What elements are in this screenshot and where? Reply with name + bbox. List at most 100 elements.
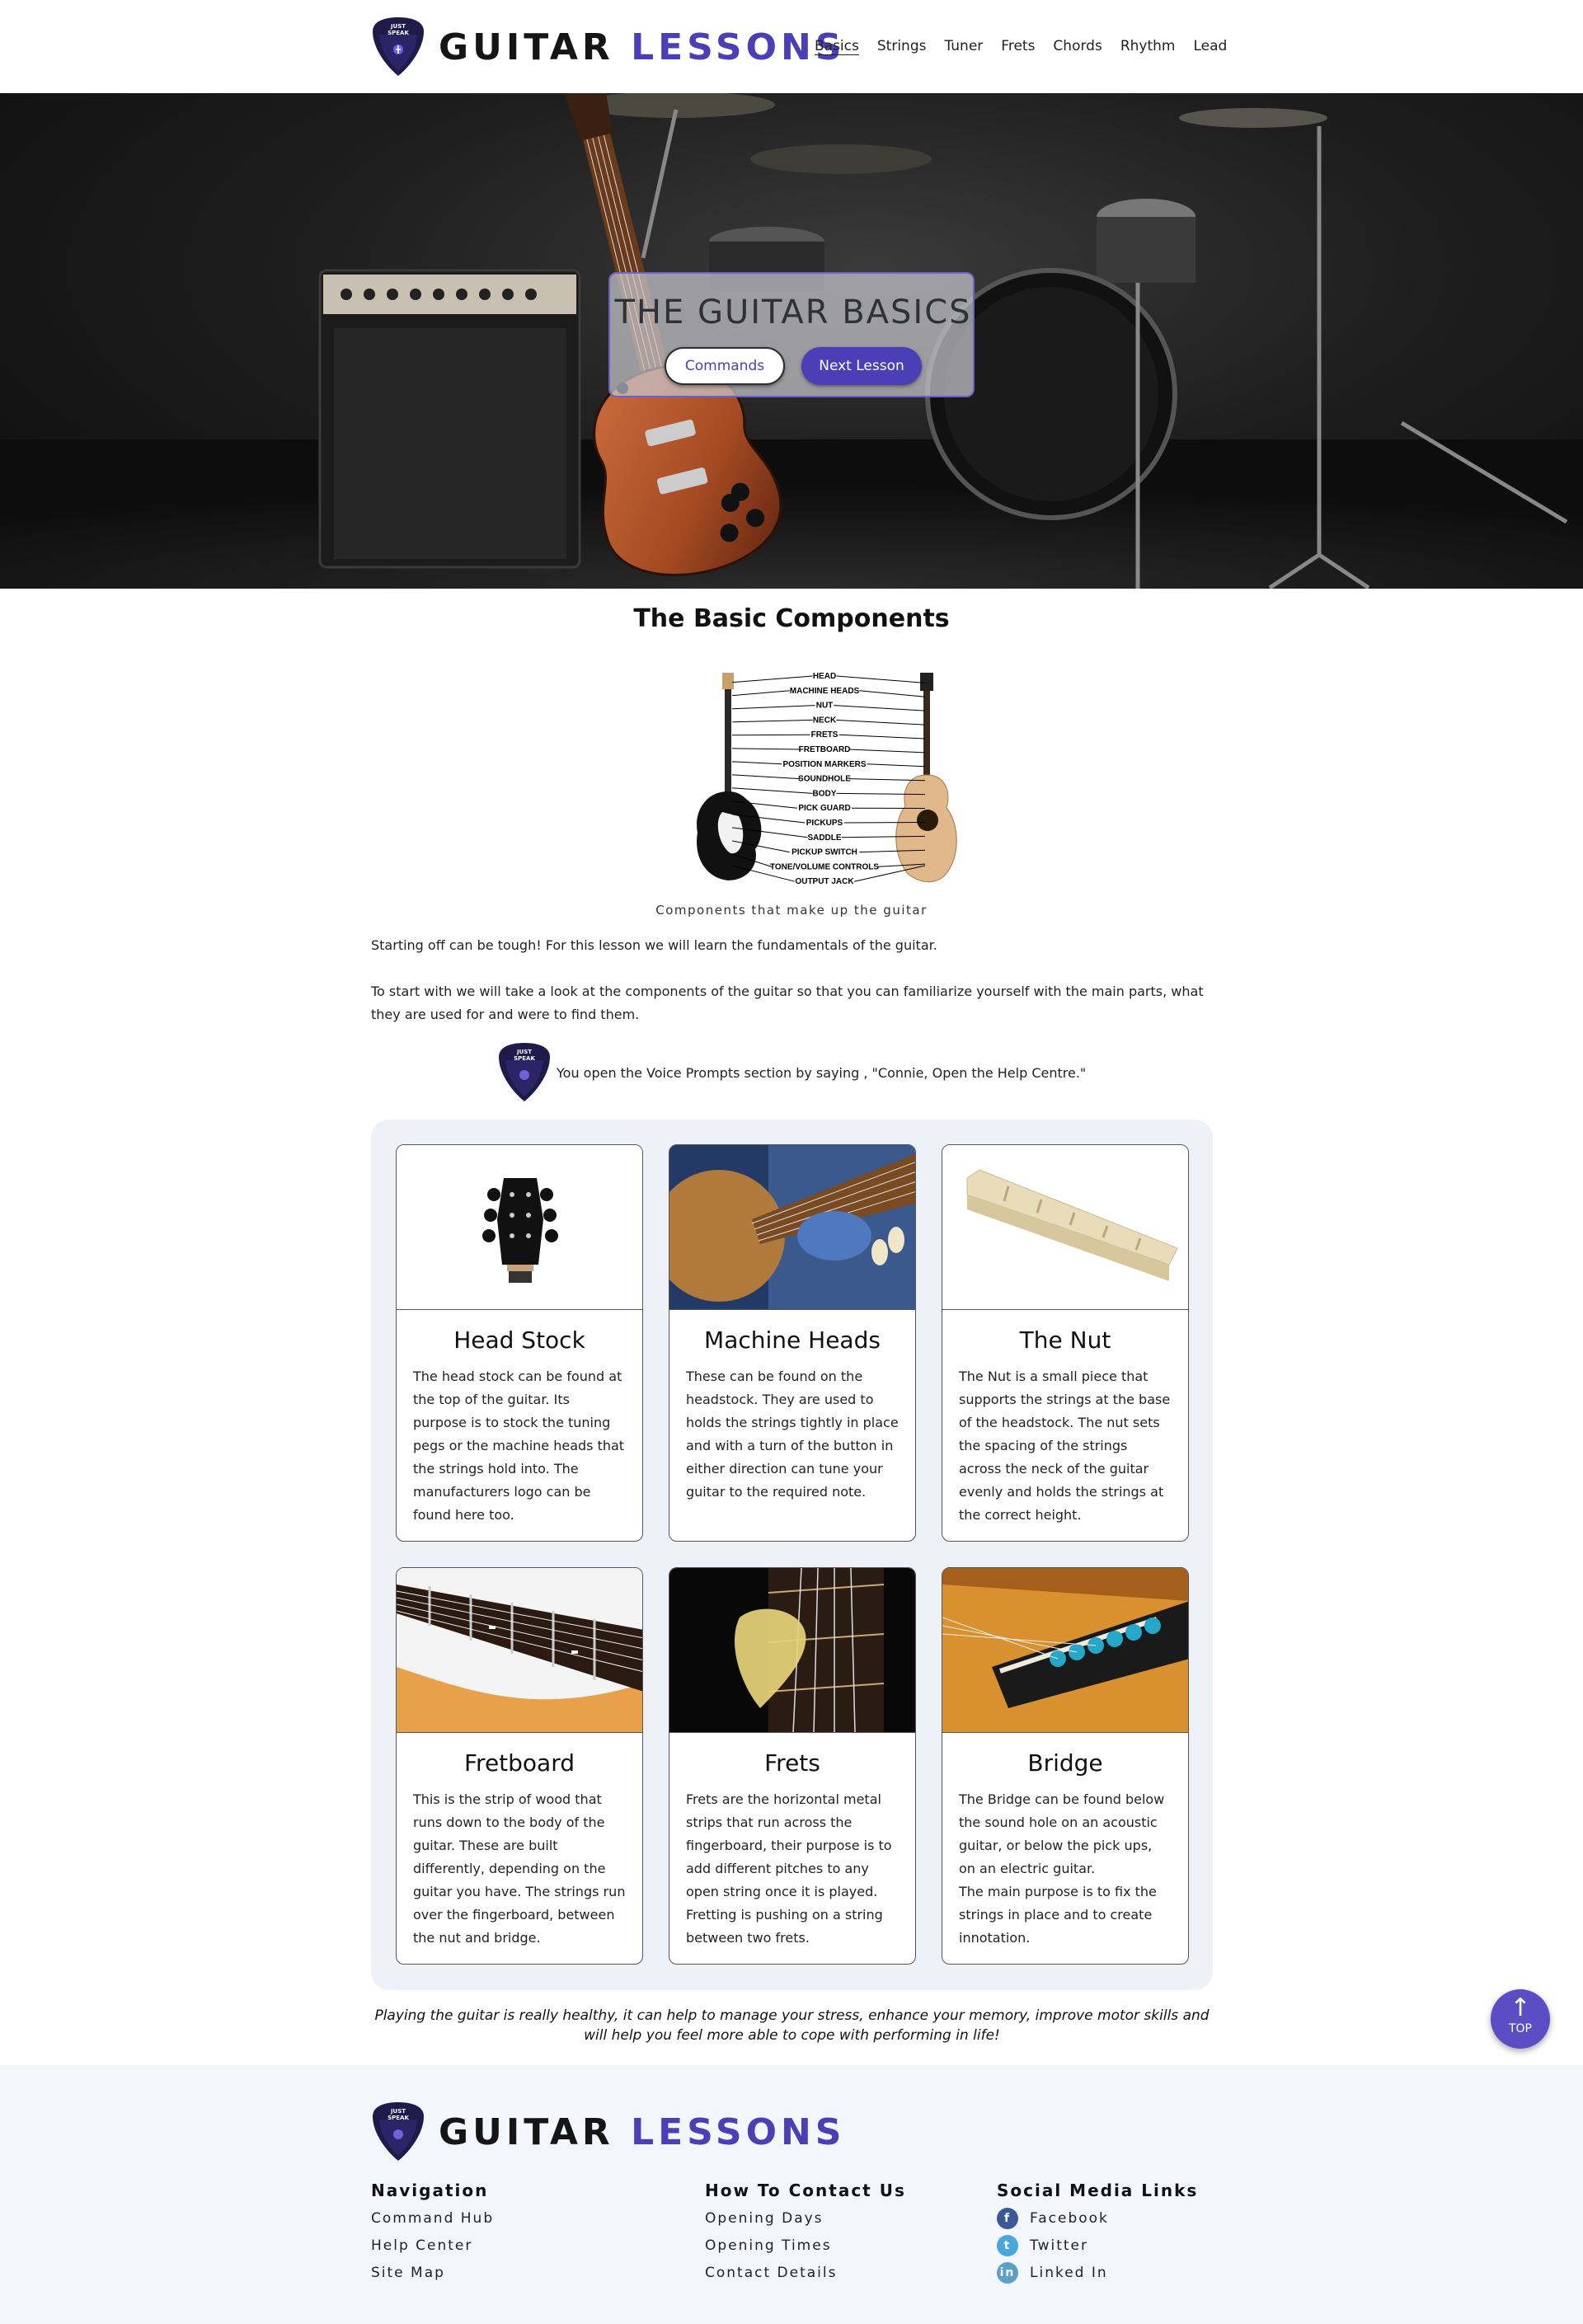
diagram-leader-line [731, 761, 782, 765]
footer-link-opening-times[interactable]: Opening Times [705, 2236, 906, 2255]
diagram-label: PICK GUARD [798, 804, 850, 813]
diagram-leader-line [836, 675, 926, 683]
diagram-leader-line [859, 690, 926, 697]
guitar-components-diagram: HEAD MACHINE HEADS NUT NECK FRETS FRETBOARD PO… [689, 668, 970, 890]
fretboard-image [397, 1568, 642, 1733]
bridge-image [942, 1568, 1188, 1733]
site-logo[interactable]: JUST SPEAK GUITAR LESSONS [371, 16, 846, 77]
headstock-image [397, 1145, 642, 1310]
hero-title-box: THE GUITAR BASICS Commands Next Lesson [608, 272, 975, 397]
small-pick-icon [617, 383, 628, 394]
card-text: The head stock can be found at the top o… [413, 1369, 625, 1523]
site-footer: JUST SPEAK GUITAR LESSONS Navigation Com… [0, 2065, 1583, 2324]
diagram-label: BODY [813, 789, 837, 798]
machine-heads-image [669, 1145, 915, 1310]
frets-image [669, 1568, 915, 1733]
nav-strings[interactable]: Strings [877, 38, 927, 55]
card-bridge: Bridge The Bridge can be found below the… [942, 1567, 1189, 1965]
intro-paragraph-2: To start with we will take a look at the… [371, 984, 1204, 1022]
footer-logo[interactable]: JUST SPEAK GUITAR LESSONS [371, 2101, 846, 2162]
linkedin-icon: in [997, 2261, 1018, 2284]
footer-link-command-hub[interactable]: Command Hub [371, 2209, 494, 2228]
guitar-pick-logo-icon: JUST SPEAK [371, 2101, 425, 2162]
footer-navigation-column: Navigation Command Hub Help Center Site … [371, 2181, 494, 2282]
svg-text:JUST: JUST [390, 2108, 406, 2115]
footer-link-help-center[interactable]: Help Center [371, 2236, 494, 2255]
next-lesson-button[interactable]: Next Lesson [801, 347, 922, 385]
section-title: The Basic Components [633, 604, 950, 633]
site-header: JUST SPEAK GUITAR LESSONS Basics Strings… [0, 0, 1583, 93]
diagram-leader-line [867, 763, 926, 768]
footer-brand-name: GUITAR LESSONS [439, 2111, 846, 2153]
diagram-leader-line [848, 749, 926, 754]
brand-word-guitar: GUITAR [439, 2110, 614, 2153]
card-head-stock: Head Stock The head stock can be found a… [396, 1144, 643, 1542]
diagram-leader-line [731, 675, 813, 683]
footer-navigation-heading: Navigation [371, 2181, 489, 2200]
svg-text:SPEAK: SPEAK [388, 2115, 409, 2121]
diagram-label: PICKUPS [806, 819, 843, 828]
footer-link-twitter[interactable]: t Twitter [997, 2234, 1198, 2256]
diagram-label: SOUNDHOLE [798, 775, 851, 784]
card-title: Machine Heads [704, 1326, 881, 1354]
hero-title: THE GUITAR BASICS [614, 293, 972, 331]
diagram-leader-line [731, 690, 790, 697]
footer-link-facebook[interactable]: f Facebook [997, 2207, 1198, 2229]
card-title: The Nut [1019, 1326, 1111, 1354]
facebook-icon: f [997, 2207, 1018, 2229]
main-nav: Basics Strings Tuner Frets Chords Rhythm… [815, 38, 1227, 55]
linkedin-label: Linked In [1030, 2264, 1108, 2281]
nav-chords[interactable]: Chords [1053, 38, 1102, 55]
diagram-leader-line [731, 774, 801, 780]
twitter-icon: t [997, 2234, 1018, 2256]
footer-social-column: Social Media Links f Facebook t Twitter … [997, 2181, 1199, 2284]
nav-tuner[interactable]: Tuner [944, 38, 983, 55]
footer-link-opening-days[interactable]: Opening Days [705, 2209, 906, 2228]
card-title: Head Stock [453, 1326, 585, 1354]
diagram-label: TONE/VOLUME CONTROLS [770, 862, 879, 871]
nut-image [942, 1145, 1188, 1310]
card-title: Fretboard [463, 1749, 575, 1777]
svg-text:SPEAK: SPEAK [514, 1055, 535, 1062]
diagram-label: FRETBOARD [799, 745, 851, 754]
footer-link-linkedin[interactable]: in Linked In [997, 2261, 1198, 2284]
brand-word-lessons: LESSONS [631, 2110, 846, 2153]
card-text: Frets are the horizontal metal strips th… [686, 1791, 892, 1946]
diagram-label: NUT [816, 702, 834, 711]
svg-text:JUST: JUST [516, 1049, 532, 1055]
back-to-top-button[interactable]: ↑ TOP [1491, 1989, 1550, 2049]
card-text: These can be found on the headstock. The… [686, 1369, 899, 1500]
footer-social-heading: Social Media Links [997, 2181, 1199, 2200]
card-machine-heads: Machine Heads These can be found on the … [669, 1144, 916, 1542]
commands-button[interactable]: Commands [665, 347, 785, 385]
footer-link-site-map[interactable]: Site Map [371, 2263, 494, 2282]
health-quote: Playing the guitar is really healthy, it… [374, 2007, 1210, 2044]
card-text: The Nut is a small piece that supports t… [959, 1369, 1171, 1523]
brand-word-lessons: LESSONS [631, 26, 846, 68]
nav-basics[interactable]: Basics [815, 38, 859, 55]
card-the-nut: The Nut The Nut is a small piece that su… [942, 1144, 1189, 1542]
diagram-leader-line [731, 787, 813, 794]
hero-banner: THE GUITAR BASICS Commands Next Lesson [0, 93, 1583, 589]
card-title: Bridge [1027, 1749, 1103, 1777]
svg-text:JUST: JUST [390, 23, 406, 30]
diagram-label: POSITION MARKERS [782, 760, 866, 769]
facebook-label: Facebook [1030, 2209, 1109, 2227]
card-frets: Frets Frets are the horizontal metal str… [669, 1567, 916, 1965]
footer-link-contact-details[interactable]: Contact Details [705, 2263, 906, 2282]
brand-word-guitar: GUITAR [439, 26, 614, 68]
up-arrow-icon: ↑ [1510, 1993, 1531, 2022]
diagram-label: NECK [813, 716, 837, 725]
diagram-label: HEAD [813, 672, 836, 681]
diagram-leader-line [843, 821, 926, 824]
just-speak-pick-icon: JUST SPEAK [497, 1042, 552, 1103]
twitter-label: Twitter [1030, 2237, 1088, 2254]
nav-lead[interactable]: Lead [1193, 38, 1227, 55]
nav-frets[interactable]: Frets [1001, 38, 1035, 55]
svg-text:SPEAK: SPEAK [388, 30, 409, 36]
diagram-leader-line [731, 705, 815, 710]
nav-rhythm[interactable]: Rhythm [1120, 38, 1176, 55]
intro-paragraph-1: Starting off can be tough! For this less… [371, 937, 937, 953]
voice-prompt-row: JUST SPEAK You open the Voice Prompts se… [497, 1042, 1086, 1103]
diagram-leader-line [731, 719, 813, 723]
